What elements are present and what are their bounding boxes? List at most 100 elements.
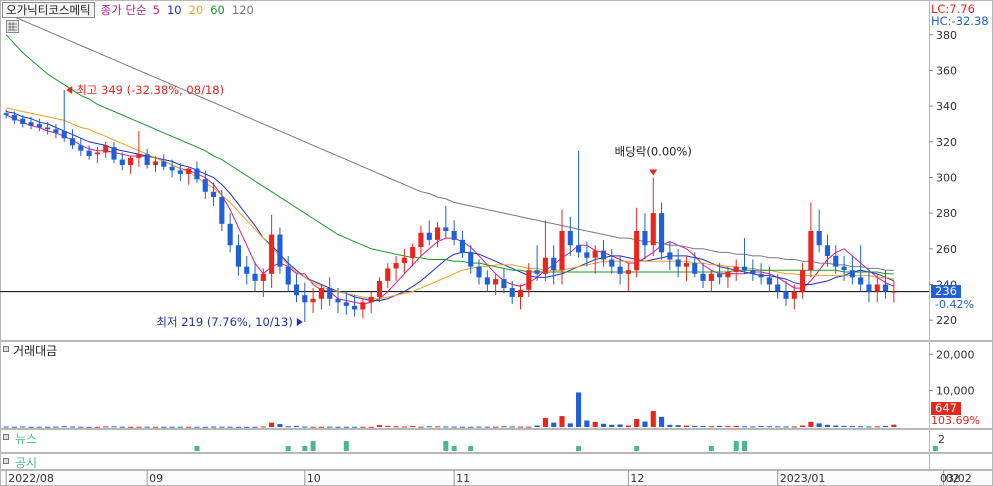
volume-bar	[69, 426, 76, 428]
news-bar[interactable]	[443, 441, 449, 451]
volume-bar	[658, 416, 665, 427]
candle-body	[708, 273, 714, 281]
candle-body	[468, 252, 474, 267]
disclosure-toggle-icon[interactable]	[3, 458, 9, 464]
price-tick-label: 220	[936, 314, 957, 327]
volume-bar	[866, 426, 872, 428]
indicator-label: 종가 단순	[100, 3, 147, 17]
ma-legend-item[interactable]: 5	[153, 3, 160, 17]
news-bar[interactable]	[194, 446, 200, 451]
volume-bar	[343, 426, 349, 428]
volume-bar	[269, 422, 275, 427]
x-tick-label: 10	[307, 472, 321, 485]
volume-bar	[227, 426, 233, 428]
x-end-label: 03/02	[940, 472, 972, 485]
high-annotation: 최고 349 (-32.38%, 08/18)	[76, 83, 224, 97]
candle-body	[385, 268, 391, 281]
candle-body	[551, 257, 557, 271]
candle-body	[841, 266, 847, 271]
volume-bar	[667, 424, 673, 427]
volume-bar	[103, 426, 109, 428]
volume-bar	[874, 426, 880, 428]
volume-bar	[393, 426, 399, 428]
volume-bar	[517, 426, 524, 428]
news-bar[interactable]	[285, 446, 291, 451]
volume-bar	[717, 425, 723, 427]
candle-body	[683, 263, 690, 267]
price-tick-label: 380	[936, 29, 957, 42]
volume-bar	[202, 426, 208, 428]
news-bar[interactable]	[576, 446, 582, 451]
volume-bar	[733, 425, 739, 427]
candle-body	[725, 272, 731, 278]
volume-bar	[293, 425, 300, 427]
news-bar[interactable]	[451, 446, 457, 451]
candle-body	[202, 179, 208, 192]
candle-body	[94, 152, 100, 155]
grid-settings-icon[interactable]	[6, 20, 19, 33]
news-bar[interactable]	[343, 441, 349, 451]
candle-body	[161, 161, 167, 167]
stock-name-box[interactable]: 오가닉티코스메틱	[2, 2, 95, 18]
ma-legend-item[interactable]: 120	[232, 3, 254, 17]
volume-bar	[128, 426, 134, 428]
candle-body	[459, 239, 466, 253]
candle-body	[800, 270, 806, 292]
ma-legend-item[interactable]: 20	[189, 3, 204, 17]
candle-body	[501, 279, 507, 289]
dividend-annotation: 배당락(0.00%)	[615, 144, 692, 158]
low-marker-arrow	[296, 317, 303, 326]
ma-legend-item[interactable]: 60	[210, 3, 225, 17]
candle-body	[849, 270, 855, 278]
candle-body	[816, 230, 822, 246]
volume-bar	[119, 426, 125, 428]
volume-bar	[53, 426, 59, 428]
ma-legend: 5 10 20 60 120	[153, 3, 254, 17]
volume-bar	[86, 426, 92, 428]
candle-body	[584, 252, 590, 258]
candle-body	[285, 266, 291, 285]
candle-body	[36, 123, 42, 128]
x-tick-label: 2022/08	[8, 472, 54, 485]
news-bar[interactable]	[310, 441, 316, 451]
volume-bar	[310, 426, 316, 428]
news-bar[interactable]	[708, 446, 714, 451]
chart-canvas[interactable]: 380360340320300280260240220 20,00010,000…	[0, 0, 993, 486]
ma-legend-item[interactable]: 10	[167, 3, 182, 17]
volume-bar	[493, 426, 499, 428]
volume-bar	[592, 421, 598, 427]
news-bar[interactable]	[634, 446, 640, 451]
candle-body	[269, 234, 275, 274]
candle-body	[327, 288, 333, 299]
volume-bar	[617, 424, 623, 427]
candle-body	[493, 279, 499, 285]
volume-bar	[882, 425, 889, 427]
volume-bar	[783, 426, 789, 428]
volume-bar	[675, 425, 681, 427]
x-tick-label: 11	[456, 472, 470, 485]
candle-body	[260, 273, 266, 281]
candle-body	[252, 273, 258, 281]
candle-body	[302, 295, 308, 303]
candle-body	[733, 266, 739, 272]
volume-bar	[750, 426, 756, 428]
news-bar[interactable]	[742, 441, 748, 451]
candle-body	[675, 259, 681, 267]
candle-body	[700, 273, 706, 281]
volume-toggle-icon[interactable]	[3, 346, 9, 352]
volume-current-value: 647	[935, 401, 957, 415]
volume-bar	[235, 426, 242, 428]
candle-body	[401, 257, 407, 264]
volume-bar	[376, 425, 383, 427]
stock-chart-window: 380360340320300280260240220 20,00010,000…	[0, 0, 993, 486]
volume-bar	[169, 426, 175, 428]
news-bar[interactable]	[468, 446, 474, 451]
news-bar[interactable]	[733, 441, 739, 451]
volume-bar	[766, 426, 772, 428]
volume-bar	[252, 426, 258, 428]
candle-body	[692, 263, 698, 274]
news-bar[interactable]	[302, 446, 308, 451]
volume-bar	[468, 426, 474, 428]
news-bar[interactable]	[932, 446, 938, 451]
news-toggle-icon[interactable]	[3, 434, 9, 440]
